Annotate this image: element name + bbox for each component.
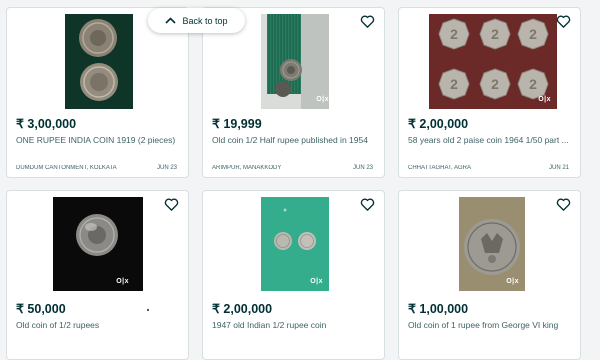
heart-icon[interactable] [164, 197, 179, 212]
heart-icon[interactable] [360, 197, 375, 212]
heart-icon[interactable] [556, 14, 571, 29]
listing-price: ₹ 2,00,000 [212, 302, 273, 316]
listing-photo[interactable]: O|x [459, 197, 525, 291]
svg-text:2: 2 [529, 26, 537, 42]
listing-title[interactable]: Old coin of 1 rupee from George VI king [408, 320, 574, 330]
listing-title[interactable]: Old coin 1/2 Half rupee published in 195… [212, 135, 378, 145]
listing-card[interactable]: O|x ₹ 50,000 Old coin of 1/2 rupees [6, 190, 189, 360]
listing-card[interactable]: O|x ₹ 1,00,000 Old coin of 1 rupee from … [398, 190, 581, 360]
listing-price: ₹ 2,00,000 [408, 117, 469, 131]
svg-text:2: 2 [491, 76, 499, 92]
listing-photo[interactable]: O|x [221, 14, 369, 109]
olx-watermark: O|x [310, 278, 323, 285]
olx-watermark: O|x [150, 96, 163, 103]
chevron-up-icon [165, 17, 177, 24]
listing-photo[interactable]: 2 2 2 2 2 2 O|x [429, 14, 557, 109]
listing-price: ₹ 50,000 [16, 302, 66, 316]
heart-icon[interactable] [360, 14, 375, 29]
svg-text:2: 2 [529, 76, 537, 92]
olx-watermark: O|x [116, 278, 129, 285]
listing-title[interactable]: ONE RUPEE INDIA COIN 1919 (2 pieces) [16, 135, 182, 145]
listing-photo[interactable]: O|x [261, 197, 329, 291]
listing-title[interactable]: Old coin of 1/2 rupees [16, 320, 182, 330]
listing-location: CHHATTAGHAT, AGRA [408, 165, 472, 171]
listing-price: ₹ 19,999 [212, 117, 262, 131]
listing-location: ARIMPUR, MANAKKODY [212, 165, 282, 171]
olx-watermark: O|x [316, 96, 329, 103]
listing-card[interactable]: O|x ₹ 2,00,000 1947 old Indian 1/2 rupee… [202, 190, 385, 360]
heart-icon[interactable] [556, 197, 571, 212]
listing-card[interactable]: 2 2 2 2 2 2 O|x ₹ 2,00,000 58 years old 2 pa… [398, 7, 581, 178]
listing-title[interactable]: 58 years old 2 paise coin 1964 1/50 part… [408, 135, 574, 145]
svg-text:2: 2 [450, 76, 458, 92]
listing-date: JUN 23 [156, 165, 177, 171]
olx-watermark: O|x [538, 96, 551, 103]
listing-title[interactable]: 1947 old Indian 1/2 rupee coin [212, 320, 378, 330]
decorative-dot [147, 309, 149, 311]
svg-text:2: 2 [491, 26, 499, 42]
back-to-top-button[interactable]: Back to top [148, 8, 245, 33]
listing-date: JUN 23 [352, 165, 373, 171]
listing-price: ₹ 3,00,000 [16, 117, 77, 131]
olx-watermark: O|x [506, 278, 519, 285]
listing-location: DUMDUM CANTONMENT, KOLKATA [16, 165, 117, 171]
listing-date: JUN 21 [548, 165, 569, 171]
listing-photo[interactable]: O|x [53, 197, 143, 291]
back-to-top-label: Back to top [182, 15, 228, 26]
svg-text:2: 2 [450, 26, 458, 42]
listing-price: ₹ 1,00,000 [408, 302, 469, 316]
